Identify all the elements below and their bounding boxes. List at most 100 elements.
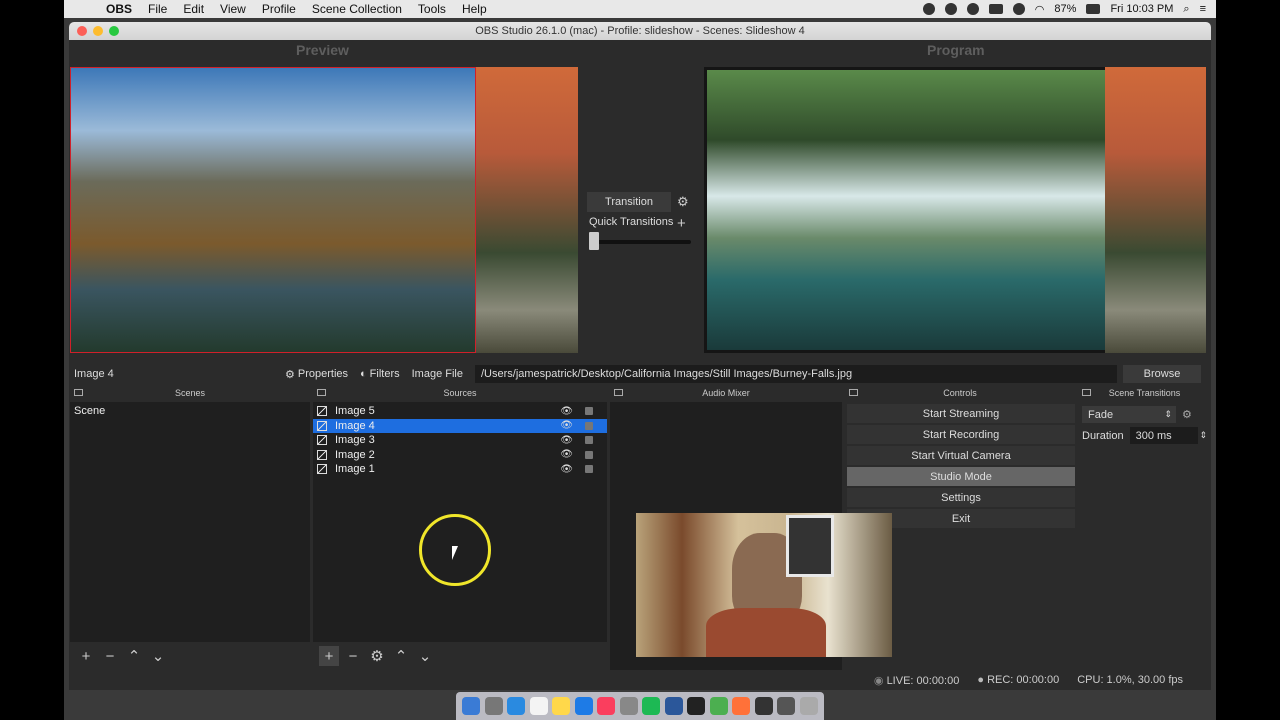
- dock-float-icon[interactable]: [614, 389, 623, 396]
- menu-app[interactable]: OBS: [98, 2, 140, 16]
- lock-icon[interactable]: [585, 436, 593, 445]
- duration-stepper-icon[interactable]: ⇕: [1200, 430, 1208, 441]
- music-icon[interactable]: [597, 697, 616, 715]
- spotlight-search-icon[interactable]: ⌕: [1183, 3, 1189, 16]
- transition-gear-icon[interactable]: ⚙: [1182, 408, 1192, 421]
- preview-image-yosemite[interactable]: [70, 67, 476, 353]
- time-machine-icon[interactable]: [1012, 3, 1025, 15]
- audio-mixer-dock-title: Audio Mixer: [702, 388, 750, 398]
- move-source-down-icon[interactable]: ⌄: [415, 646, 435, 666]
- launchpad-icon[interactable]: [484, 697, 503, 715]
- filter-icon: ◐: [360, 368, 367, 380]
- remove-source-icon[interactable]: −: [343, 646, 363, 666]
- settings-button[interactable]: Settings: [847, 488, 1075, 507]
- start-recording-button[interactable]: Start Recording: [847, 425, 1075, 444]
- app-store-icon[interactable]: [574, 697, 593, 715]
- program-image-waterfall: [707, 70, 1105, 350]
- status-icon[interactable]: [922, 3, 935, 15]
- clock[interactable]: Fri 10:03 PM: [1110, 3, 1173, 15]
- sources-dock-header: Sources: [313, 386, 607, 402]
- finder-icon[interactable]: [462, 697, 481, 715]
- minimize-window-button[interactable]: [93, 26, 103, 36]
- filters-button[interactable]: ◐ Filters: [354, 368, 406, 380]
- acrobat-icon[interactable]: [687, 697, 706, 715]
- tbar-track[interactable]: [591, 240, 691, 244]
- word-icon[interactable]: [664, 697, 683, 715]
- firefox-icon[interactable]: [732, 697, 751, 715]
- calendar-icon[interactable]: [529, 697, 548, 715]
- keyboard-icon[interactable]: [777, 697, 796, 715]
- menu-help[interactable]: Help: [454, 2, 495, 16]
- visibility-eye-icon[interactable]: 👁: [560, 435, 573, 446]
- transition-button[interactable]: Transition: [587, 192, 671, 212]
- source-row[interactable]: Image 2 👁: [313, 448, 607, 463]
- lock-icon[interactable]: [585, 407, 593, 416]
- rec-dot-icon: ●: [977, 674, 984, 686]
- close-window-button[interactable]: [77, 26, 87, 36]
- browse-button[interactable]: Browse: [1122, 365, 1201, 383]
- preview-canvas[interactable]: [70, 67, 578, 353]
- source-name: Image 2: [335, 448, 375, 461]
- dock-float-icon[interactable]: [317, 389, 326, 396]
- dock-float-icon[interactable]: [74, 389, 83, 396]
- lock-icon[interactable]: [585, 421, 593, 430]
- notification-icon[interactable]: [966, 3, 979, 15]
- studio-mode-area: Preview Program Transition ⚙ Quick Trans…: [69, 40, 1211, 372]
- source-row-selected[interactable]: Image 4 👁: [313, 418, 607, 433]
- dock-float-icon[interactable]: [1082, 389, 1091, 396]
- menu-profile[interactable]: Profile: [254, 2, 304, 16]
- wifi-icon[interactable]: ◠: [1035, 3, 1045, 16]
- lock-icon[interactable]: [585, 465, 593, 474]
- zoom-window-button[interactable]: [109, 26, 119, 36]
- visibility-eye-icon[interactable]: 👁: [560, 420, 573, 431]
- add-scene-icon[interactable]: +: [76, 646, 96, 666]
- duration-field[interactable]: 300 ms: [1129, 427, 1198, 444]
- dock-float-icon[interactable]: [849, 389, 858, 396]
- system-preferences-icon[interactable]: [619, 697, 638, 715]
- move-source-up-icon[interactable]: ⌃: [391, 646, 411, 666]
- mac-dock: [456, 692, 824, 720]
- studio-mode-button[interactable]: Studio Mode: [847, 467, 1075, 486]
- move-scene-up-icon[interactable]: ⌃: [124, 646, 144, 666]
- record-icon[interactable]: [944, 3, 957, 15]
- start-virtual-camera-button[interactable]: Start Virtual Camera: [847, 446, 1075, 465]
- start-streaming-button[interactable]: Start Streaming: [847, 404, 1075, 423]
- menu-edit[interactable]: Edit: [175, 2, 212, 16]
- trash-icon[interactable]: [799, 697, 818, 715]
- battery-icon[interactable]: [1086, 4, 1101, 14]
- source-row[interactable]: Image 5 👁: [313, 404, 607, 419]
- transition-gear-icon[interactable]: ⚙: [677, 194, 689, 210]
- menu-file[interactable]: File: [140, 2, 175, 16]
- source-row[interactable]: Image 3 👁: [313, 433, 607, 448]
- webcam-overlay: [636, 513, 892, 657]
- add-source-icon[interactable]: +: [319, 646, 339, 666]
- chrome-icon[interactable]: [709, 697, 728, 715]
- menu-tools[interactable]: Tools: [410, 2, 454, 16]
- move-scene-down-icon[interactable]: ⌄: [148, 646, 168, 666]
- add-quick-transition-icon[interactable]: +: [677, 215, 686, 232]
- presenter-shirt: [706, 608, 826, 657]
- source-properties-gear-icon[interactable]: ⚙: [367, 646, 387, 666]
- spotify-icon[interactable]: [642, 697, 661, 715]
- lock-icon[interactable]: [585, 450, 593, 459]
- app-icon[interactable]: [988, 4, 1003, 14]
- properties-button[interactable]: ⚙ Properties: [279, 368, 354, 381]
- source-name: Image 4: [335, 419, 375, 432]
- notes-icon[interactable]: [552, 697, 571, 715]
- visibility-eye-icon[interactable]: 👁: [560, 464, 573, 475]
- menu-view[interactable]: View: [212, 2, 254, 16]
- tbar-handle[interactable]: [589, 232, 599, 250]
- remove-scene-icon[interactable]: −: [100, 646, 120, 666]
- menu-scene-collection[interactable]: Scene Collection: [304, 2, 410, 16]
- safari-icon[interactable]: [507, 697, 526, 715]
- obs-icon[interactable]: [754, 697, 773, 715]
- control-center-icon[interactable]: ≡: [1200, 3, 1206, 15]
- transition-type-select[interactable]: Fade ⇕: [1082, 406, 1176, 423]
- visibility-eye-icon[interactable]: 👁: [560, 449, 573, 460]
- scene-item[interactable]: Scene: [70, 402, 310, 420]
- duration-label: Duration: [1082, 429, 1124, 442]
- image-file-path-field[interactable]: /Users/jamespatrick/Desktop/California I…: [474, 365, 1117, 383]
- window-titlebar: OBS Studio 26.1.0 (mac) - Profile: slide…: [69, 22, 1211, 40]
- visibility-eye-icon[interactable]: 👁: [560, 406, 573, 417]
- source-row[interactable]: Image 1 👁: [313, 462, 607, 477]
